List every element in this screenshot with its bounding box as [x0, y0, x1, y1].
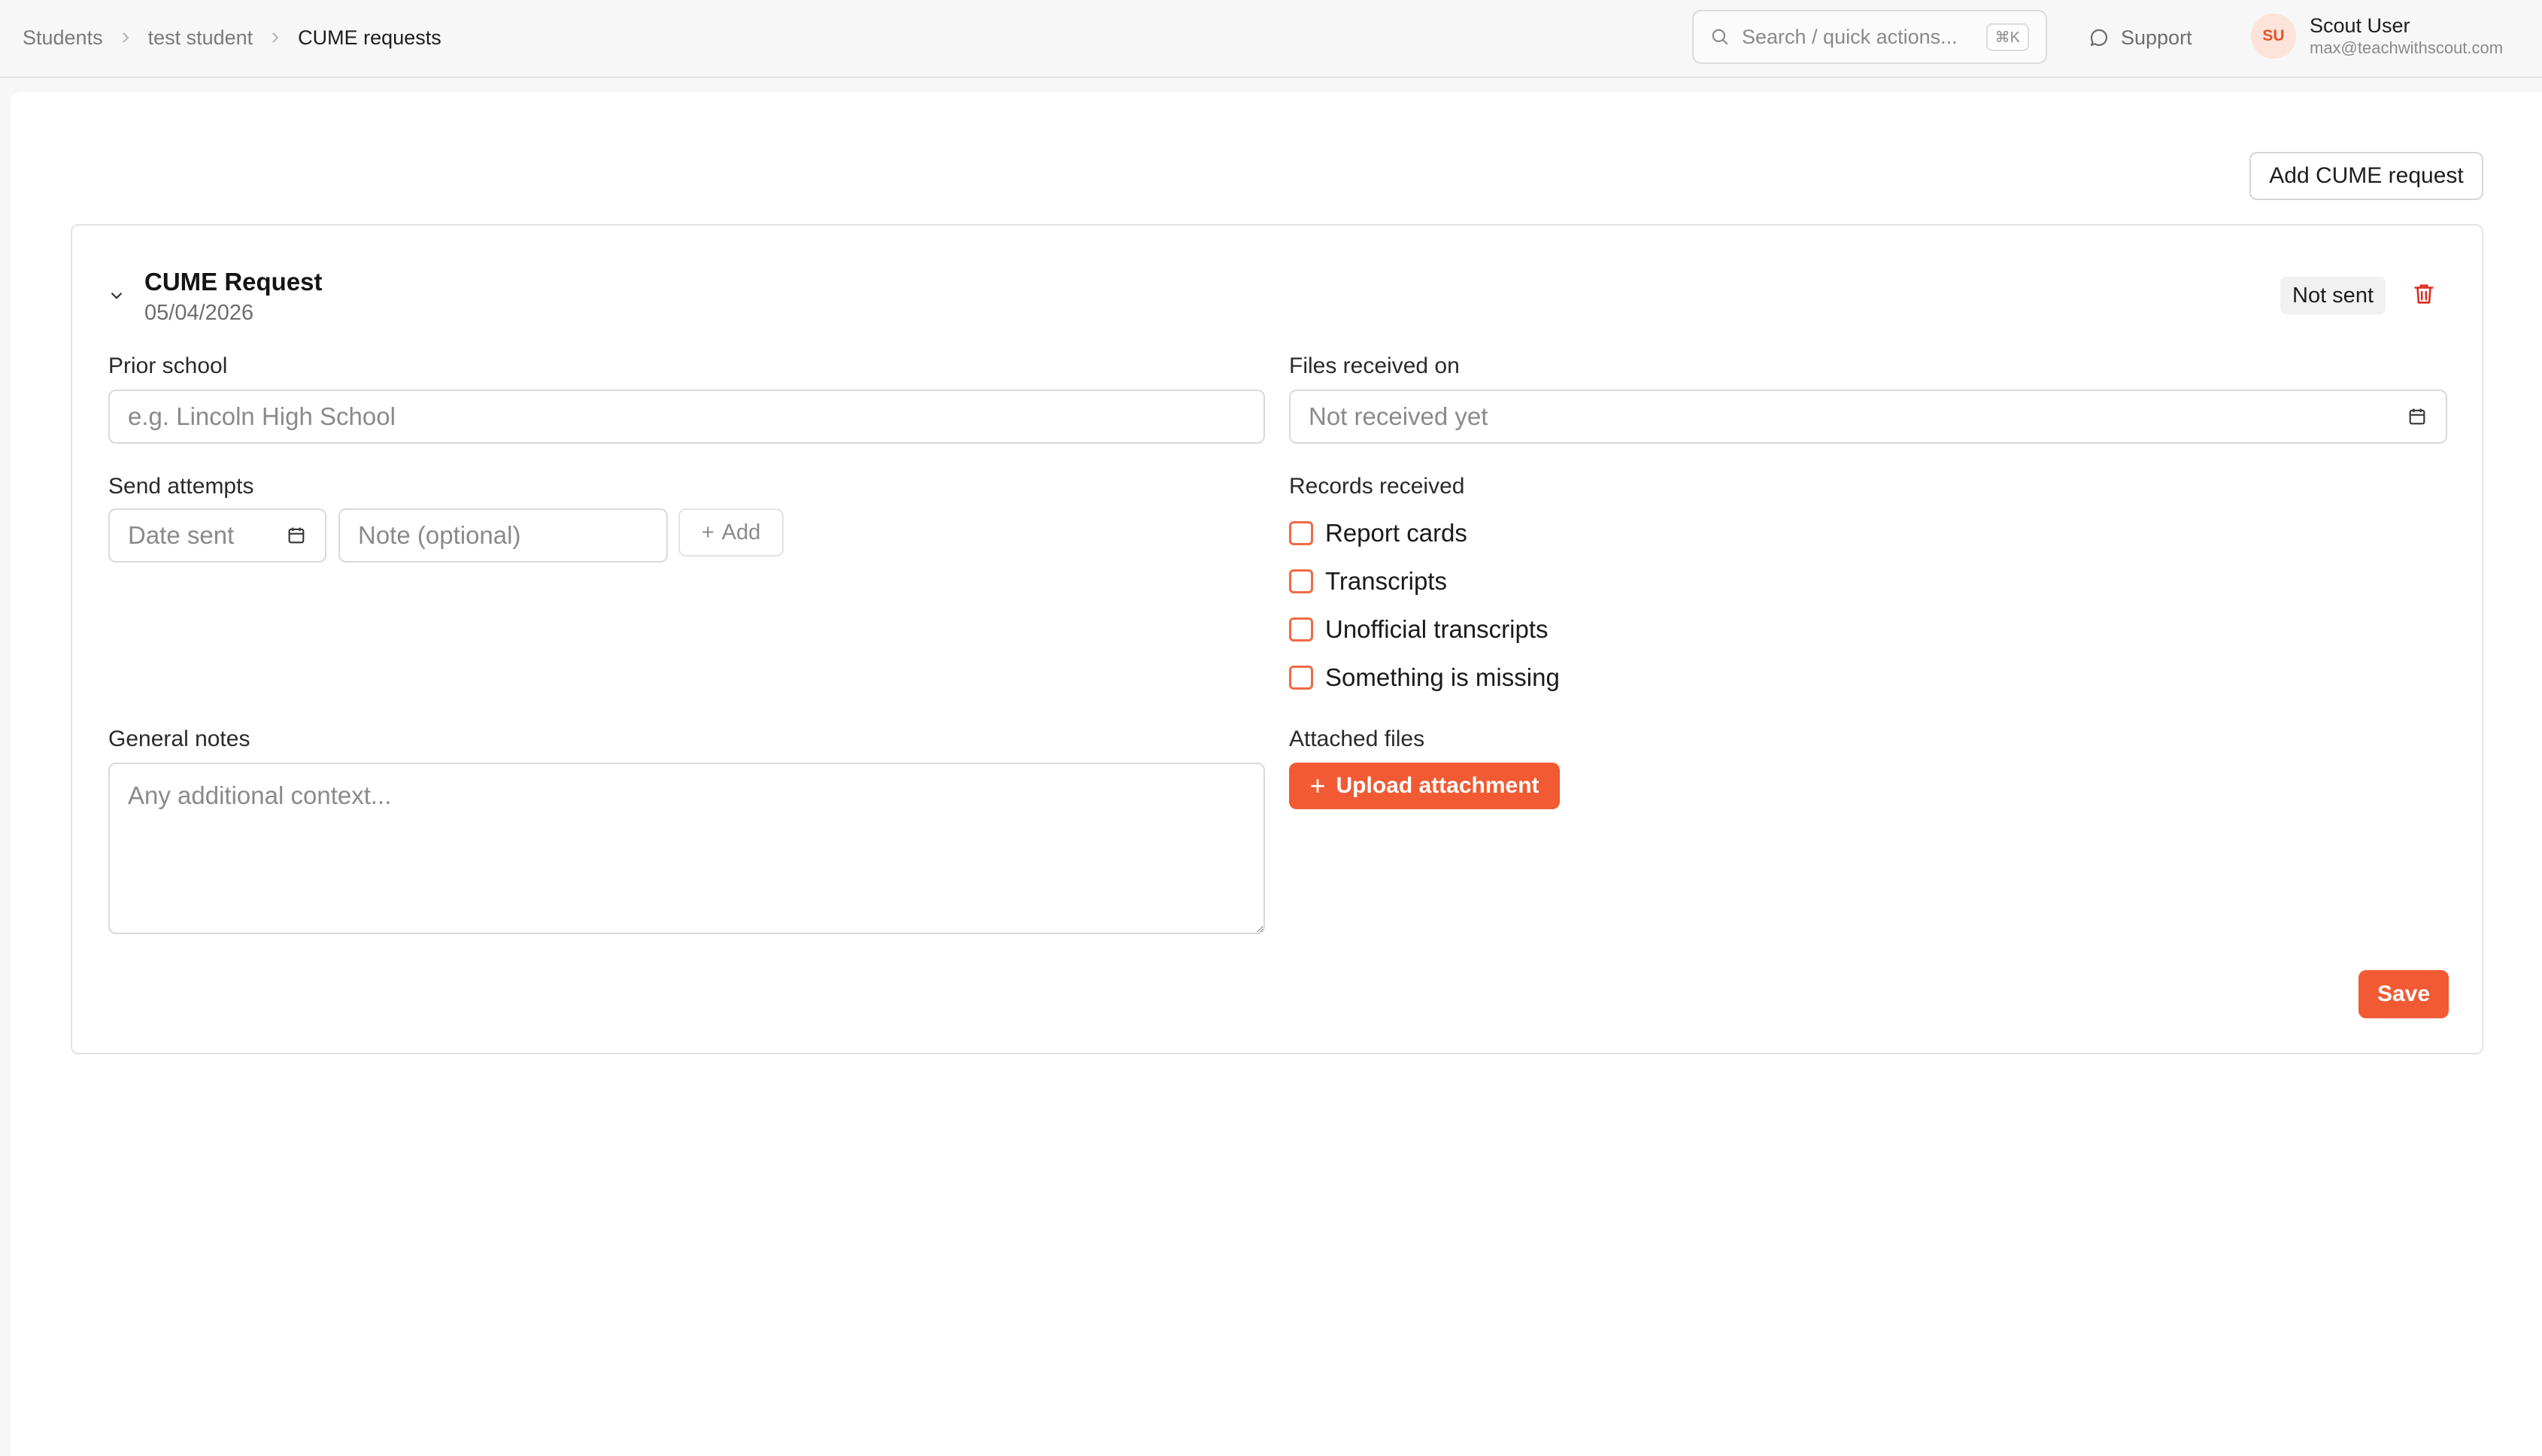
user-menu[interactable]: SU Scout User max@teachwithscout.com — [2251, 14, 2503, 59]
add-attempt-label: Add — [721, 520, 761, 544]
general-notes-label: General notes — [108, 726, 250, 751]
date-sent-placeholder: Date sent — [128, 521, 235, 549]
add-attempt-button[interactable]: + Add — [678, 508, 784, 557]
checkbox-unofficial-transcripts[interactable]: Unofficial transcripts — [1289, 615, 1549, 644]
save-button[interactable]: Save — [2358, 970, 2449, 1018]
checkbox-label: Transcripts — [1325, 567, 1447, 595]
prior-school-label: Prior school — [108, 353, 228, 378]
breadcrumb: Students test student CUME requests — [23, 0, 441, 75]
files-received-label: Files received on — [1289, 353, 1460, 378]
chevron-right-icon — [269, 32, 281, 44]
records-received-label: Records received — [1289, 474, 1465, 499]
checkbox[interactable] — [1289, 521, 1313, 545]
send-attempts-label: Send attempts — [108, 474, 254, 499]
breadcrumb-current: CUME requests — [298, 26, 441, 49]
checkbox-label: Unofficial transcripts — [1325, 615, 1549, 643]
plus-icon: + — [1309, 770, 1326, 801]
card-date: 05/04/2026 — [144, 301, 254, 325]
checkbox-transcripts[interactable]: Transcripts — [1289, 567, 1447, 596]
checkbox-label: Report cards — [1325, 519, 1467, 547]
attached-files-label: Attached files — [1289, 726, 1425, 751]
checkbox[interactable] — [1289, 666, 1313, 690]
date-sent-field[interactable]: Date sent — [108, 508, 326, 563]
chat-bubble-icon — [2090, 29, 2108, 47]
upload-attachment-button[interactable]: + Upload attachment — [1289, 763, 1560, 809]
chevron-right-icon — [120, 32, 132, 44]
status-badge: Not sent — [2280, 277, 2386, 314]
checkbox[interactable] — [1289, 617, 1313, 642]
trash-icon[interactable] — [2411, 281, 2437, 311]
card-title: CUME Request — [144, 268, 323, 296]
prior-school-input[interactable] — [108, 390, 1265, 444]
chevron-down-icon[interactable] — [107, 286, 126, 309]
checkbox-report-cards[interactable]: Report cards — [1289, 519, 1467, 548]
search-shortcut: ⌘K — [1985, 23, 2029, 51]
calendar-icon — [2409, 408, 2425, 425]
search-placeholder: Search / quick actions... — [1742, 25, 1958, 48]
search-icon — [1712, 29, 1728, 45]
checkbox-something-missing[interactable]: Something is missing — [1289, 663, 1560, 692]
avatar: SU — [2251, 14, 2296, 59]
support-link[interactable]: Support — [2088, 20, 2192, 56]
top-bar: Students test student CUME requests Sear… — [0, 0, 2542, 78]
files-received-date-field[interactable]: Not received yet — [1289, 390, 2447, 444]
plus-icon: + — [701, 520, 714, 544]
breadcrumb-student[interactable]: test student — [148, 26, 253, 50]
checkbox-label: Something is missing — [1325, 663, 1560, 691]
support-label: Support — [2121, 26, 2192, 49]
breadcrumb-students[interactable]: Students — [23, 26, 103, 50]
search-input[interactable]: Search / quick actions... ⌘K — [1692, 10, 2047, 64]
general-notes-textarea[interactable] — [108, 763, 1265, 934]
cume-request-card: CUME Request 05/04/2026 Not sent Prior s… — [71, 224, 2483, 1054]
attempt-note-input[interactable] — [338, 508, 668, 563]
user-email: max@teachwithscout.com — [2310, 38, 2504, 57]
files-received-placeholder: Not received yet — [1309, 402, 1488, 430]
upload-label: Upload attachment — [1336, 773, 1539, 798]
checkbox[interactable] — [1289, 569, 1313, 593]
calendar-icon — [288, 527, 305, 544]
add-cume-request-button[interactable]: Add CUME request — [2249, 152, 2483, 200]
user-name: Scout User — [2310, 14, 2410, 37]
